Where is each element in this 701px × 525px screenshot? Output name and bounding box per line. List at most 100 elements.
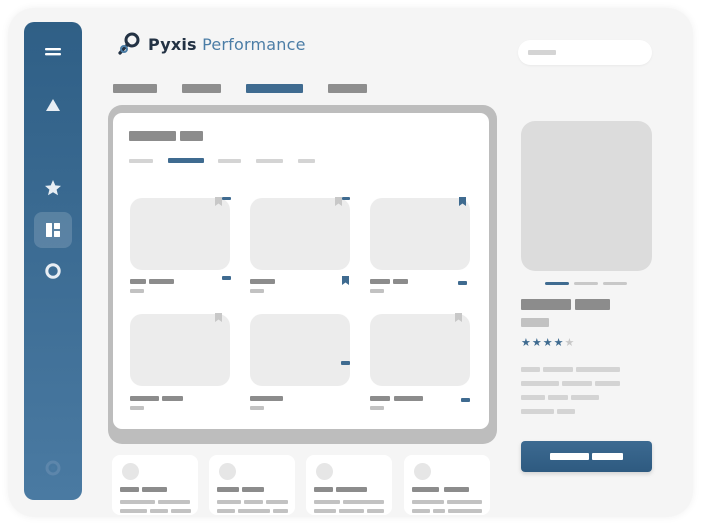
- product-card-5[interactable]: [250, 314, 350, 386]
- search-box[interactable]: [518, 40, 652, 65]
- bookmark-icon[interactable]: [215, 197, 222, 206]
- related-title: [412, 487, 439, 492]
- filter-tab-4[interactable]: [256, 159, 283, 163]
- related-card-4[interactable]: [404, 455, 490, 515]
- description-line: [576, 367, 620, 372]
- related-line: [412, 500, 444, 504]
- related-line: [158, 500, 190, 504]
- sidebar: [24, 22, 82, 500]
- related-line: [266, 500, 288, 504]
- add-to-cart-button[interactable]: [521, 441, 652, 472]
- dashboard-icon: [46, 223, 60, 237]
- description-line: [521, 409, 554, 414]
- product-card-4[interactable]: [130, 314, 230, 386]
- sidebar-item-dashboard[interactable]: [34, 212, 72, 248]
- tab-3[interactable]: [246, 84, 303, 93]
- triangle-icon: [46, 99, 60, 111]
- brand-secondary: Performance: [202, 34, 306, 54]
- description-line: [562, 381, 592, 386]
- related-card-3[interactable]: [306, 455, 392, 515]
- related-line: [217, 509, 235, 513]
- menu-icon: [45, 48, 61, 56]
- related-line: [171, 509, 191, 513]
- product-card-6[interactable]: [370, 314, 470, 386]
- card-sublabel: [250, 406, 264, 410]
- bookmark-icon[interactable]: [215, 313, 222, 322]
- star-empty-icon: ★: [564, 336, 575, 349]
- brand-name: Pyxis Performance: [148, 35, 306, 54]
- sidebar-item-menu[interactable]: [34, 34, 72, 70]
- star-icon: [45, 180, 61, 196]
- avatar: [414, 463, 431, 480]
- description-line: [557, 409, 575, 414]
- button-label-bar: [592, 453, 623, 460]
- card-label: [370, 279, 390, 284]
- card-label: [370, 396, 390, 401]
- carousel-dot[interactable]: [603, 282, 627, 285]
- bookmark-filled-icon[interactable]: [459, 197, 466, 206]
- filter-tab-5[interactable]: [298, 159, 315, 163]
- related-title: [217, 487, 239, 492]
- related-line: [367, 509, 384, 513]
- related-line: [120, 509, 147, 513]
- filter-tab-1[interactable]: [129, 159, 153, 163]
- related-title: [444, 487, 469, 492]
- related-line: [339, 509, 364, 513]
- avatar: [316, 463, 333, 480]
- product-card-2[interactable]: [250, 198, 350, 270]
- card-sublabel: [370, 289, 384, 293]
- bookmark-icon[interactable]: [335, 197, 342, 206]
- settings-icon: [45, 460, 61, 476]
- related-line: [447, 500, 482, 504]
- sidebar-item-settings[interactable]: [34, 450, 72, 486]
- star-filled-icon: ★: [521, 336, 531, 349]
- related-line: [314, 500, 340, 504]
- carousel-dot-active[interactable]: [545, 282, 569, 285]
- tab-1[interactable]: [113, 84, 157, 93]
- tab-2[interactable]: [182, 84, 221, 93]
- description-line: [521, 395, 545, 400]
- sidebar-item-profile[interactable]: [34, 253, 72, 289]
- logo[interactable]: Pyxis Performance: [116, 32, 306, 56]
- related-line: [120, 500, 155, 504]
- avatar: [122, 463, 139, 480]
- product-panel-content: [113, 113, 489, 429]
- sidebar-item-alerts[interactable]: [34, 87, 72, 123]
- related-card-2[interactable]: [209, 455, 295, 515]
- product-card-1[interactable]: [130, 198, 230, 270]
- description-line: [548, 395, 568, 400]
- product-panel: [108, 105, 497, 444]
- rating-stars: ★ ★ ★ ★ ★: [521, 337, 574, 349]
- panel-title: [129, 131, 176, 141]
- carousel-dot[interactable]: [574, 282, 598, 285]
- brand-primary: Pyxis: [148, 34, 197, 54]
- related-line: [343, 500, 384, 504]
- card-sublabel: [370, 406, 384, 410]
- product-price: [521, 318, 549, 327]
- card-label: [250, 279, 275, 284]
- new-badge: [222, 197, 231, 200]
- avatar: [219, 463, 236, 480]
- related-card-1[interactable]: [112, 455, 198, 515]
- description-line: [571, 395, 599, 400]
- product-card-3[interactable]: [370, 198, 470, 270]
- pyxis-logo-icon: [118, 32, 140, 55]
- bookmark-filled-icon[interactable]: [342, 276, 349, 285]
- bookmark-icon[interactable]: [455, 313, 462, 322]
- star-filled-icon: ★: [531, 336, 542, 349]
- search-placeholder-bar: [528, 50, 556, 55]
- filter-tab-3[interactable]: [218, 159, 241, 163]
- related-line: [314, 509, 336, 513]
- card-label: [130, 396, 159, 401]
- card-label: [394, 396, 423, 401]
- tab-4[interactable]: [328, 84, 367, 93]
- related-title: [314, 487, 333, 492]
- related-line: [217, 500, 241, 504]
- product-title-suffix: [575, 299, 610, 310]
- related-title: [336, 487, 367, 492]
- filter-tab-2-active[interactable]: [168, 158, 204, 163]
- product-image: [521, 121, 652, 271]
- description-line: [595, 381, 620, 386]
- sidebar-item-favorites[interactable]: [34, 170, 72, 206]
- related-line: [412, 509, 430, 513]
